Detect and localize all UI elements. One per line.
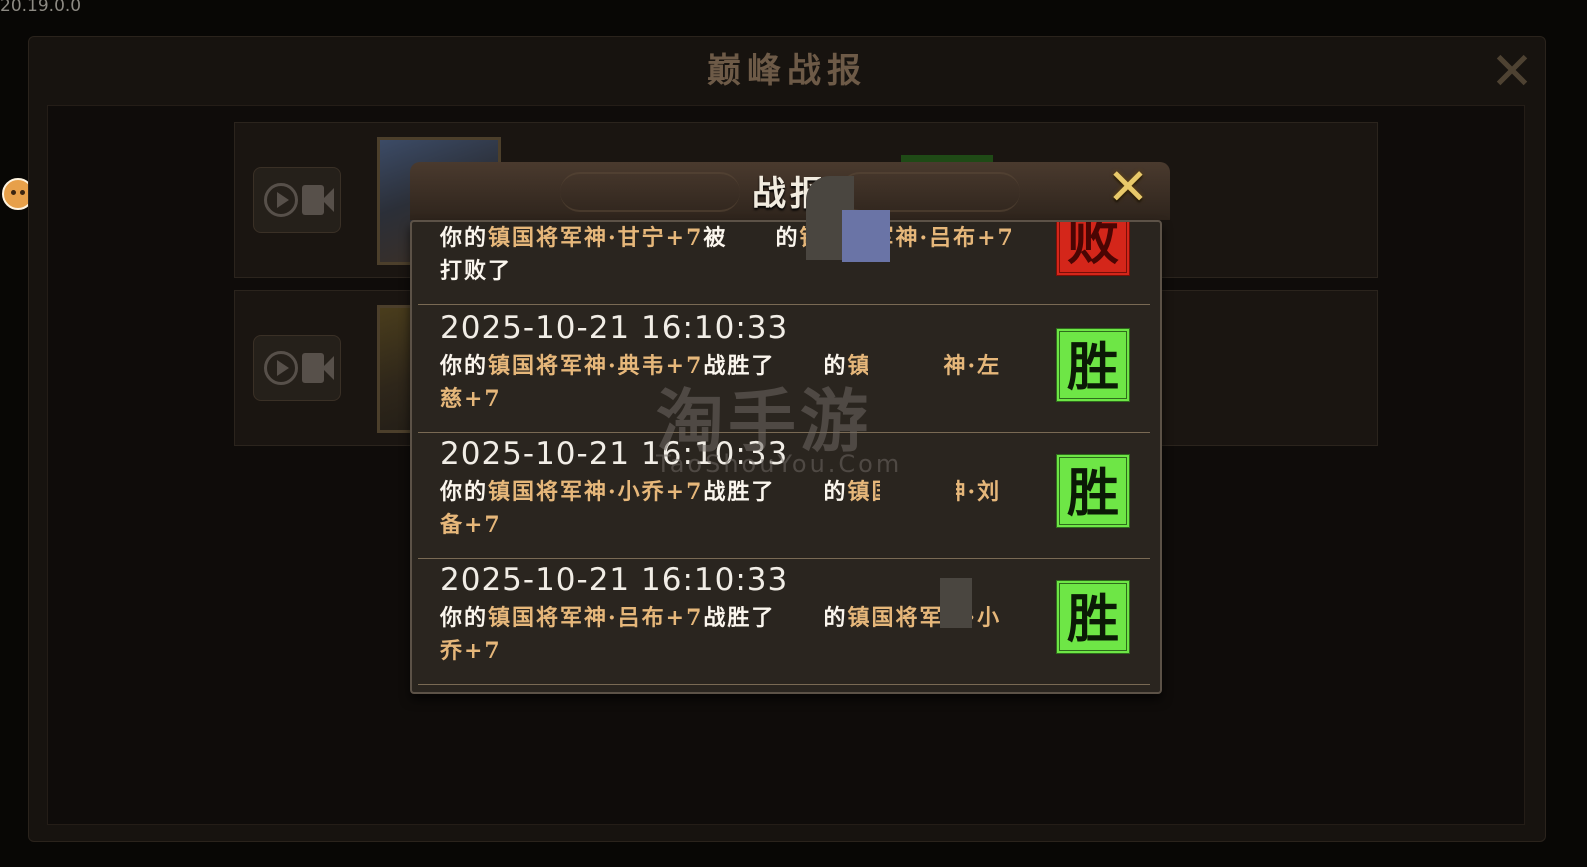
report-message: 你的镇国将军神·吕布+7战胜了 的镇国将军神·小乔+7 (440, 605, 1002, 664)
dialog-close-icon[interactable]: ✕ (1098, 162, 1158, 212)
my-general-name: 镇国将军神·甘宁+7 (488, 225, 704, 251)
privacy-mask (880, 478, 956, 512)
privacy-mask (842, 210, 890, 262)
my-general-name: 镇国将军神·小乔+7 (488, 479, 704, 505)
privacy-mask (868, 350, 942, 378)
win-badge: 胜 (1056, 580, 1130, 654)
play-icon (264, 183, 298, 217)
peak-report-title: 巅峰战报 (707, 51, 867, 91)
version-label: 20.19.0.0 (0, 0, 82, 16)
report-timestamp: 2025-10-21 16:10:33 (440, 310, 789, 346)
win-badge: 胜 (1056, 328, 1130, 402)
report-item: 2025-10-21 16:10:33 你的镇国将军神·吕布+7战胜了 的镇国将… (418, 560, 1150, 685)
peak-report-close-icon[interactable]: ✕ (1485, 45, 1539, 99)
dialog-title: 战报 (752, 174, 828, 214)
report-message: 你的镇国将军神·甘宁+7被 的镇国将军神·吕布+7打败了 (440, 225, 1015, 284)
privacy-mask (940, 578, 972, 628)
video-replay-button[interactable] (253, 335, 341, 401)
camera-icon (302, 185, 334, 215)
camera-icon (302, 353, 334, 383)
video-replay-button[interactable] (253, 167, 341, 233)
win-badge: 胜 (1056, 454, 1130, 528)
my-general-name: 镇国将军神·吕布+7 (488, 605, 704, 631)
lose-badge: 败 (1056, 222, 1130, 276)
play-icon (264, 351, 298, 385)
dialog-header: 战报 (410, 162, 1170, 220)
report-timestamp: 2025-10-21 16:10:33 (440, 562, 789, 598)
watermark-sub: TaoShouYou.Com (656, 450, 903, 478)
report-item: 你的镇国将军神·甘宁+7被 的镇国将军神·吕布+7打败了 败 (418, 222, 1150, 305)
